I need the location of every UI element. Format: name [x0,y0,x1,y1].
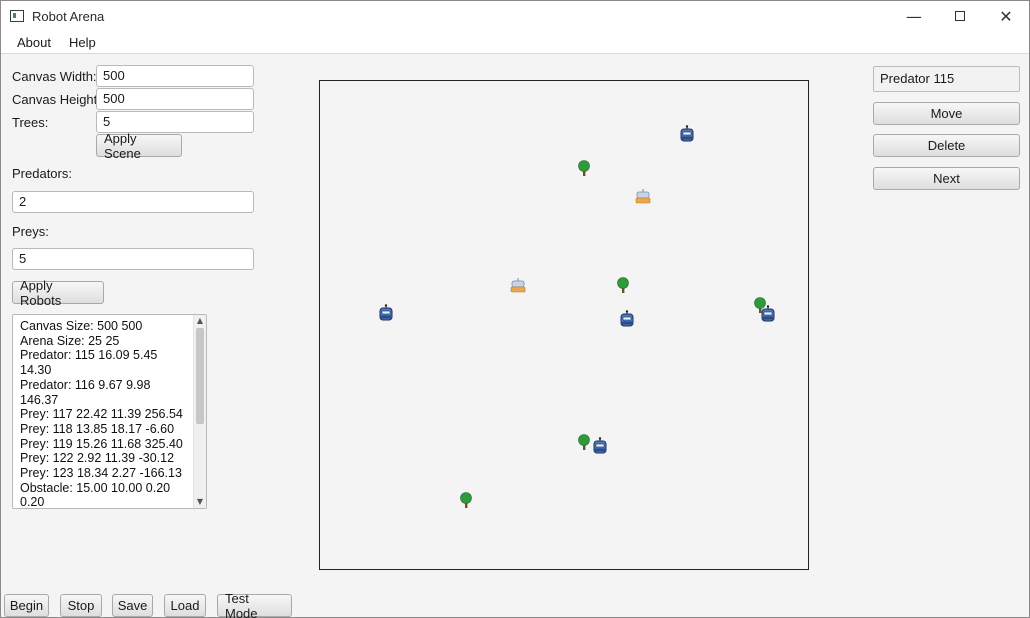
menu-help[interactable]: Help [61,35,104,50]
preys-input[interactable]: 5 [12,248,254,270]
test-mode-button[interactable]: Test Mode [217,591,292,618]
menu-bar: About Help [1,31,1029,54]
begin-button[interactable]: Begin [4,594,49,617]
maximize-button[interactable] [937,1,983,31]
tree-icon [754,297,766,313]
info-line: Predator: 116 9.67 9.98 [20,377,151,392]
predators-input[interactable]: 2 [12,191,254,213]
save-button[interactable]: Save [112,594,153,617]
stop-button[interactable]: Stop [60,594,102,617]
tree-icon [578,434,590,450]
canvas-width-input[interactable]: 500 [96,65,254,87]
info-line: 0.20 [20,495,45,509]
tree-icon [617,277,629,293]
info-line: Prey: 118 13.85 18.17 -6.60 [20,421,175,436]
info-line: 146.37 [20,392,59,407]
predator-icon[interactable] [591,437,609,455]
maximize-icon [955,11,965,21]
window-controls: — ✕ [891,1,1029,31]
menu-about[interactable]: About [9,35,59,50]
prey-icon[interactable] [509,277,527,295]
title-bar[interactable]: Robot Arena — ✕ [1,1,1029,31]
info-line: Prey: 123 18.34 2.27 -166.13 [20,466,182,481]
apply-robots-button[interactable]: Apply Robots [12,278,104,308]
preys-label: Preys: [12,224,49,239]
close-button[interactable]: ✕ [983,1,1029,31]
trees-label: Trees: [12,115,49,130]
prey-icon[interactable] [634,188,652,206]
scroll-up-icon[interactable]: ▲ [194,315,206,327]
info-line: Obstacle: 15.00 10.00 0.20 [20,480,171,495]
app-window: Robot Arena — ✕ About Help Canvas Width:… [0,0,1030,618]
info-lines: Canvas Size: 500 500 Arena Size: 25 25 Pre… [20,319,190,509]
predator-icon[interactable] [618,310,636,328]
minimize-button[interactable]: — [891,1,937,31]
predator-icon[interactable] [377,304,395,322]
arena-canvas[interactable] [319,80,809,570]
scroll-thumb[interactable] [196,328,204,424]
info-line: Prey: 117 22.42 11.39 256.54 [20,407,183,422]
tree-icon [460,492,472,508]
load-button[interactable]: Load [164,594,206,617]
canvas-height-label: Canvas Height: [12,92,101,107]
window-title: Robot Arena [32,8,105,24]
selected-robot-field: Predator 115 [873,66,1020,92]
info-line: Prey: 119 15.26 11.68 325.40 [20,436,183,451]
info-line: 14.30 [20,363,52,378]
info-line: Prey: 122 2.92 11.39 -30.12 [20,451,175,466]
tree-icon [578,160,590,176]
delete-button[interactable]: Delete [873,134,1020,157]
minimize-icon: — [906,6,922,26]
app-icon [10,10,24,22]
predators-label: Predators: [12,166,72,181]
info-line: Predator: 115 16.09 5.45 [20,348,158,363]
canvas-height-input[interactable]: 500 [96,88,254,110]
info-line: Canvas Size: 500 500 [20,319,143,333]
move-button[interactable]: Move [873,102,1020,125]
predator-icon[interactable] [678,125,696,143]
next-button[interactable]: Next [873,167,1020,190]
info-line: Arena Size: 25 25 [20,333,120,348]
info-text-area[interactable]: Canvas Size: 500 500 Arena Size: 25 25 Pre… [12,314,207,509]
canvas-width-label: Canvas Width: [12,69,97,84]
apply-scene-button[interactable]: Apply Scene [96,131,182,161]
scroll-down-icon[interactable]: ▼ [194,496,206,508]
info-scrollbar[interactable]: ▲ ▼ [193,315,206,508]
close-icon: ✕ [999,6,1013,26]
